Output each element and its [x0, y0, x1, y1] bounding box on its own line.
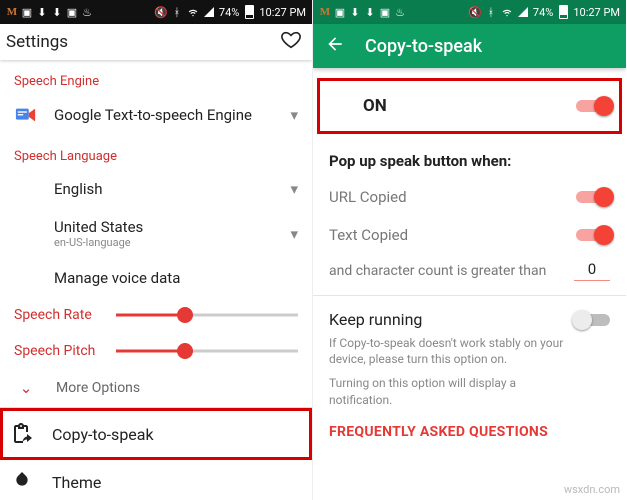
download-icon: ⬇ [51, 6, 63, 18]
engine-label: Google Text-to-speech Engine [54, 106, 252, 124]
language-row[interactable]: English ▾ [0, 170, 312, 208]
battery-icon [243, 6, 255, 18]
copy-to-speak-menu-item[interactable]: Copy-to-speak [0, 408, 312, 460]
watermark: wsxdn.com [564, 483, 620, 496]
status-icon: M [319, 6, 331, 18]
wifi-icon [501, 6, 513, 18]
url-copied-row[interactable]: URL Copied [313, 178, 626, 216]
more-options-label: More Options [56, 380, 140, 396]
master-on-row[interactable]: ON [317, 78, 622, 134]
wifi-icon [187, 6, 199, 18]
manage-voice-label: Manage voice data [54, 269, 180, 287]
favorite-button[interactable] [280, 29, 302, 55]
locale-row[interactable]: United States en-US-language ▾ [0, 208, 312, 259]
flame-icon: ♨ [81, 6, 93, 18]
chevron-down-icon: ▾ [290, 106, 298, 124]
keep-running-desc-1: If Copy-to-speak doesn't work stably on … [313, 333, 626, 373]
url-copied-label: URL Copied [329, 188, 407, 206]
section-speech-engine: Speech Engine [0, 60, 312, 95]
bluetooth-icon: ᚼ [485, 6, 497, 18]
locale-sub: en-US-language [54, 236, 143, 249]
page-title: Settings [6, 32, 68, 52]
download-icon: ▣ [334, 6, 346, 18]
copy-to-speak-screen: M ▣ ⬇ ⬇ ▣ ♨ 🔇 ᚼ 74% 10:27 PM Copy-to-sp [313, 0, 626, 500]
app-header: Settings [0, 24, 312, 60]
back-arrow-icon [325, 34, 345, 54]
manage-voice-data-row[interactable]: Manage voice data [0, 259, 312, 297]
section-speech-language: Speech Language [0, 135, 312, 170]
keep-running-row[interactable]: Keep running [313, 296, 626, 333]
chevron-down-icon: ⌄ [14, 379, 38, 397]
locale-label: United States [54, 218, 143, 236]
theme-icon [10, 470, 34, 494]
keep-running-toggle[interactable] [576, 311, 610, 329]
speech-rate-slider[interactable] [116, 303, 298, 327]
speech-pitch-row: Speech Pitch [0, 333, 312, 369]
speech-pitch-slider[interactable] [116, 339, 298, 363]
speech-rate-label: Speech Rate [14, 307, 110, 323]
text-copied-toggle[interactable] [576, 226, 610, 244]
speech-rate-row: Speech Rate [0, 297, 312, 333]
more-options-row[interactable]: ⌄ More Options [0, 369, 312, 407]
language-label: English [54, 180, 103, 198]
battery-percent: 74% [533, 6, 553, 19]
back-button[interactable] [325, 34, 345, 59]
clock: 10:27 PM [259, 6, 306, 19]
app-icon: ▣ [66, 6, 78, 18]
google-tts-engine-row[interactable]: Google Text-to-speech Engine ▾ [0, 95, 312, 135]
clock: 10:27 PM [573, 6, 620, 19]
app-header: Copy-to-speak [313, 24, 626, 68]
theme-label: Theme [52, 473, 101, 492]
master-toggle[interactable] [576, 97, 610, 115]
flame-icon: ♨ [394, 6, 406, 18]
heart-icon [280, 29, 302, 51]
download-icon: ⬇ [349, 6, 361, 18]
google-tts-icon [14, 105, 38, 125]
chevron-down-icon: ▾ [290, 180, 298, 198]
text-copied-row[interactable]: Text Copied [313, 216, 626, 254]
clipboard-speak-icon [10, 422, 34, 446]
chevron-down-icon: ▾ [290, 225, 298, 243]
speech-pitch-label: Speech Pitch [14, 343, 110, 359]
download-icon: ⬇ [364, 6, 376, 18]
settings-screen: M ▣ ⬇ ⬇ ▣ ♨ 🔇 ᚼ 74% 10:27 PM Settings [0, 0, 313, 500]
status-icon: M [6, 6, 18, 18]
faq-link[interactable]: FREQUENTLY ASKED QUESTIONS [313, 414, 626, 456]
bluetooth-icon: ᚼ [171, 6, 183, 18]
theme-menu-item[interactable]: Theme [0, 460, 312, 496]
download-icon: ⬇ [36, 6, 48, 18]
battery-icon [557, 6, 569, 18]
status-bar: M ▣ ⬇ ⬇ ▣ ♨ 🔇 ᚼ 74% 10:27 PM [0, 0, 312, 24]
on-label: ON [363, 96, 387, 116]
copy-to-speak-label: Copy-to-speak [52, 425, 154, 444]
no-sound-icon: 🔇 [469, 6, 481, 18]
no-sound-icon: 🔇 [155, 6, 167, 18]
status-bar: M ▣ ⬇ ⬇ ▣ ♨ 🔇 ᚼ 74% 10:27 PM [313, 0, 626, 24]
download-icon: ▣ [21, 6, 33, 18]
signal-icon [203, 6, 215, 18]
popup-heading: Pop up speak button when: [313, 142, 626, 178]
app-icon: ▣ [379, 6, 391, 18]
char-count-label: and character count is greater than [329, 263, 546, 279]
battery-percent: 74% [219, 6, 239, 19]
signal-icon [517, 6, 529, 18]
url-copied-toggle[interactable] [576, 188, 610, 206]
char-count-input[interactable]: 0 [574, 260, 610, 281]
text-copied-label: Text Copied [329, 226, 408, 244]
page-title: Copy-to-speak [365, 36, 482, 57]
keep-running-label: Keep running [329, 310, 422, 329]
character-count-row: and character count is greater than 0 [313, 254, 626, 295]
keep-running-desc-2: Turning on this option will display a no… [313, 373, 626, 413]
